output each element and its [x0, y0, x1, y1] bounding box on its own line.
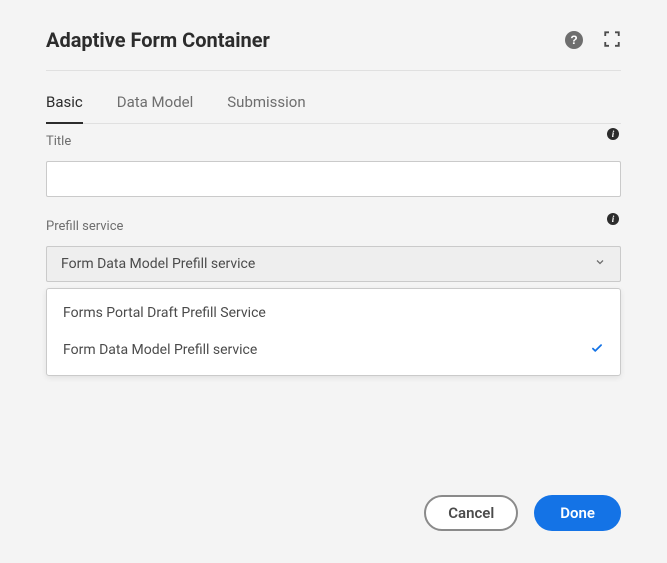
help-button[interactable]: ?: [565, 31, 583, 49]
dialog-footer: Cancel Done: [424, 495, 621, 531]
field-prefill-info[interactable]: i: [607, 213, 621, 227]
title-input[interactable]: [46, 161, 621, 197]
tab-submission[interactable]: Submission: [227, 93, 305, 123]
prefill-option-label: Form Data Model Prefill service: [63, 342, 257, 358]
fullscreen-button[interactable]: [603, 30, 621, 51]
info-icon: i: [607, 213, 619, 225]
dialog-header: Adaptive Form Container ?: [46, 28, 621, 71]
fullscreen-icon: [603, 30, 621, 51]
dialog-container: Adaptive Form Container ? Basic Data Mod…: [46, 28, 621, 376]
cancel-button[interactable]: Cancel: [424, 495, 518, 531]
field-prefill-service: i Prefill service Form Data Model Prefil…: [46, 219, 621, 376]
prefill-option-label: Forms Portal Draft Prefill Service: [63, 305, 266, 321]
prefill-option[interactable]: Form Data Model Prefill service: [47, 331, 620, 369]
help-icon: ?: [565, 31, 583, 49]
info-icon: i: [607, 128, 619, 140]
header-actions: ?: [565, 30, 621, 51]
field-title-label: Title: [46, 134, 621, 149]
check-icon: [590, 341, 604, 359]
prefill-select-value: Form Data Model Prefill service: [61, 256, 255, 272]
field-title: i Title: [46, 134, 621, 197]
prefill-dropdown: Forms Portal Draft Prefill Service Form …: [46, 288, 621, 376]
field-prefill-label: Prefill service: [46, 219, 621, 234]
done-button[interactable]: Done: [534, 495, 621, 531]
dialog-title: Adaptive Form Container: [46, 28, 270, 52]
tab-bar: Basic Data Model Submission: [46, 71, 621, 124]
tab-data-model[interactable]: Data Model: [117, 93, 194, 123]
tab-basic[interactable]: Basic: [46, 93, 83, 123]
chevron-down-icon: [594, 256, 606, 272]
prefill-select[interactable]: Form Data Model Prefill service: [46, 246, 621, 282]
field-title-info[interactable]: i: [607, 128, 621, 142]
prefill-option[interactable]: Forms Portal Draft Prefill Service: [47, 295, 620, 331]
